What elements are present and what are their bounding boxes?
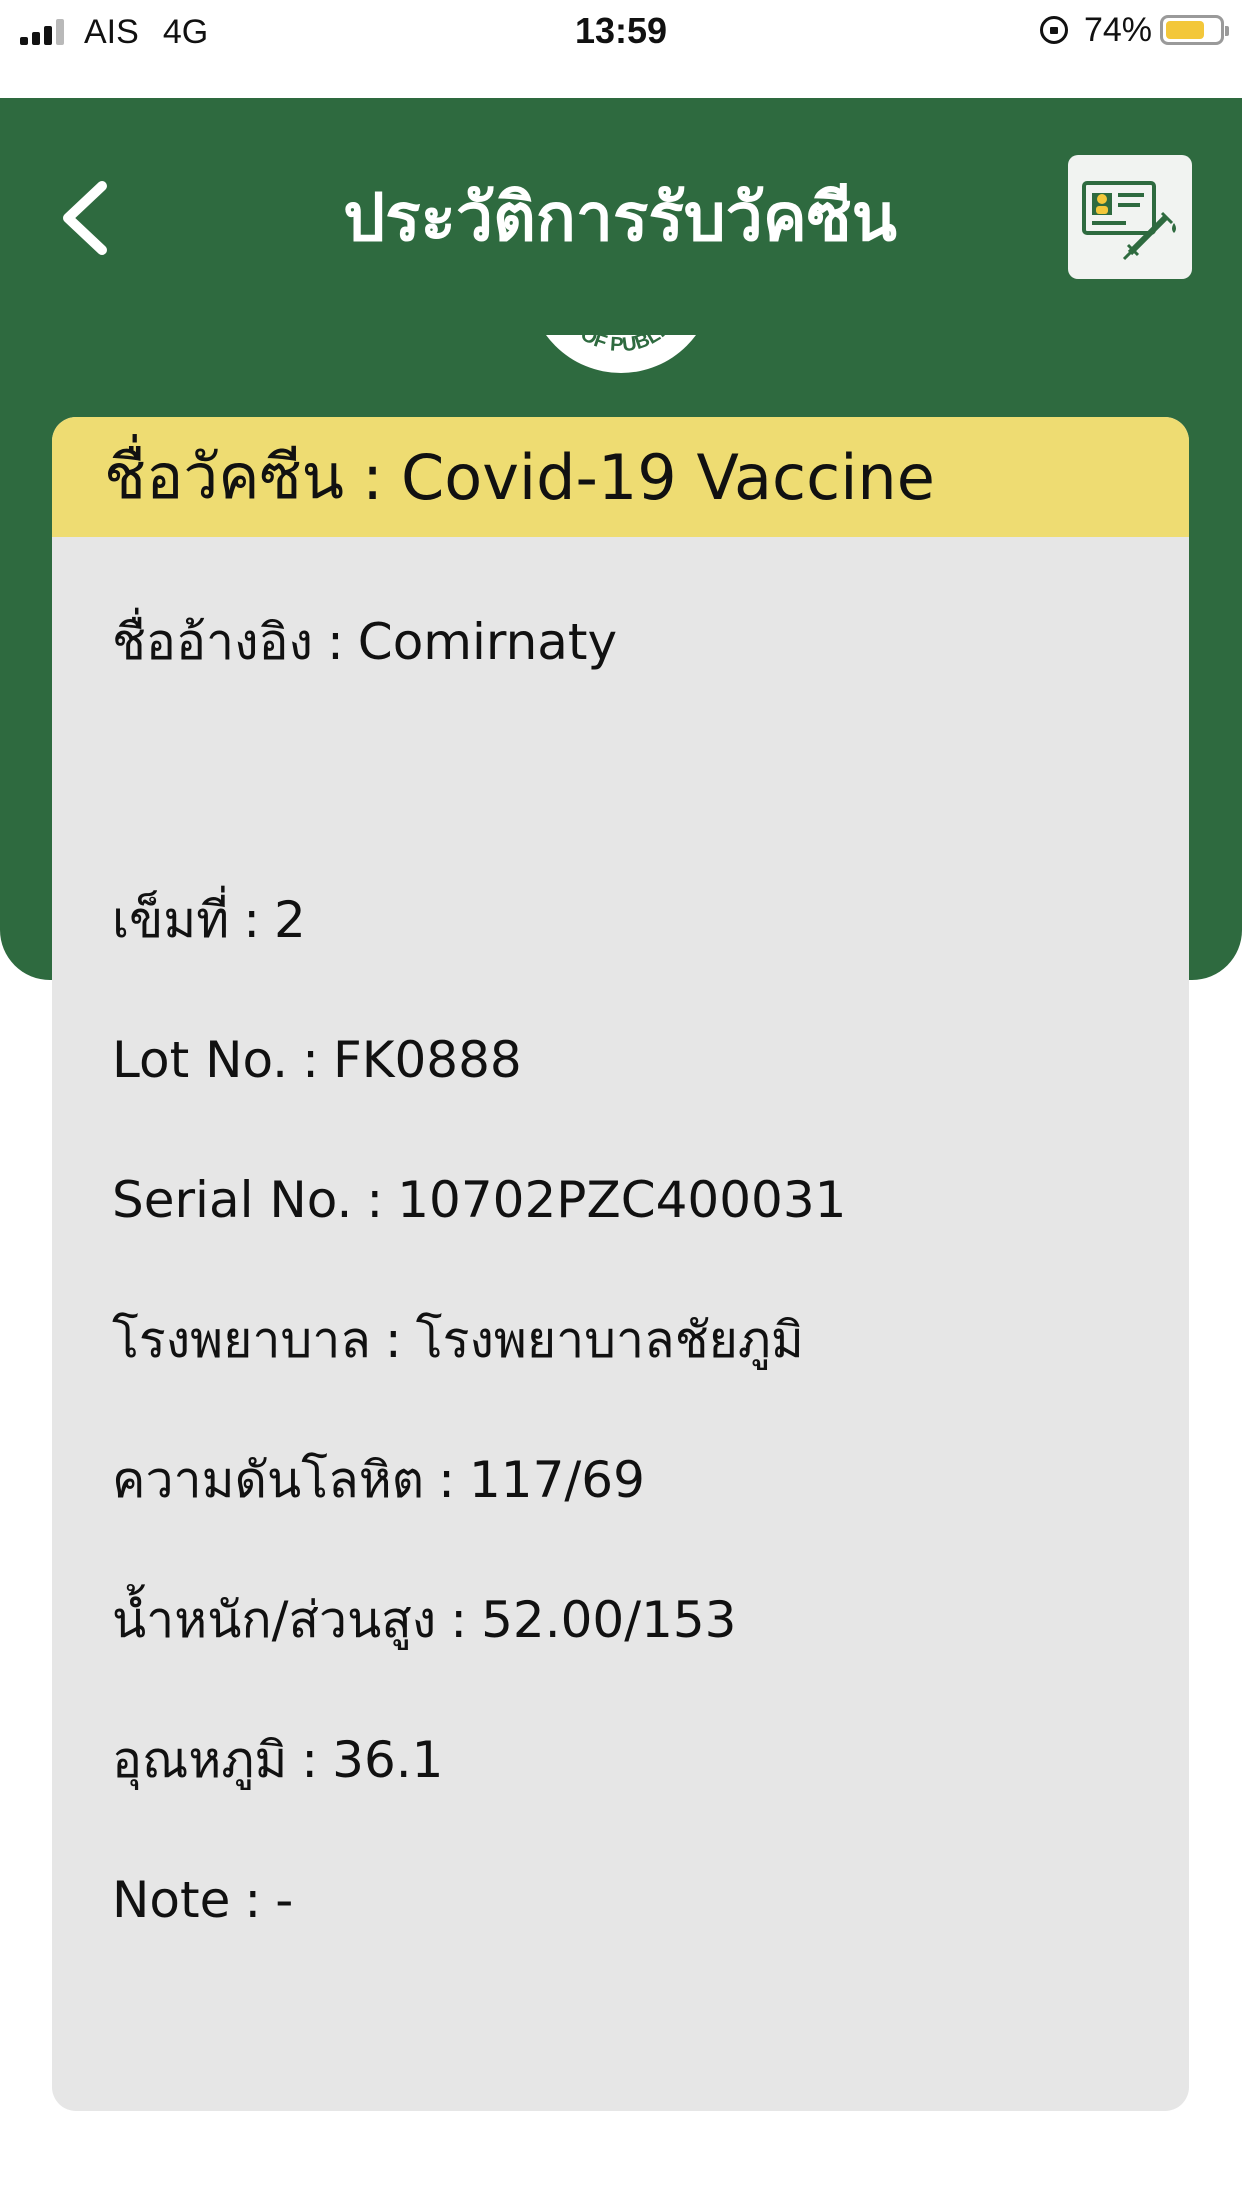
- vaccine-name-separator: :: [362, 440, 383, 514]
- row-value: โรงพยาบาลชัยภูมิ: [415, 1311, 804, 1369]
- row-separator: :: [244, 1871, 262, 1929]
- row-separator: :: [384, 1311, 402, 1369]
- row-label: ชื่ออ้างอิง: [112, 613, 313, 671]
- row-value: 2: [274, 891, 306, 949]
- row-value: -: [275, 1871, 294, 1929]
- row-label: Note: [112, 1871, 231, 1929]
- row-label: Lot No.: [112, 1031, 289, 1089]
- row-separator: :: [450, 1591, 468, 1649]
- hospital-row: โรงพยาบาล: โรงพยาบาลชัยภูมิ: [112, 1305, 804, 1375]
- row-value: 117/69: [469, 1451, 645, 1509]
- status-right: 74%: [1039, 10, 1229, 50]
- vaccine-card-button[interactable]: [1068, 155, 1192, 279]
- row-label: เข็มที่: [112, 891, 230, 949]
- reference-name-row: ชื่ออ้างอิง: Comirnaty: [112, 607, 617, 677]
- lot-number-row: Lot No.: FK0888: [112, 1025, 522, 1095]
- battery-percent: 74%: [1083, 10, 1152, 49]
- serial-number-row: Serial No.:10702PZC400031: [112, 1165, 847, 1235]
- dose-number-row: เข็มที่:2: [112, 885, 306, 955]
- battery-icon: [1160, 15, 1229, 45]
- row-label: โรงพยาบาล: [112, 1311, 371, 1369]
- row-label: น้ำหนัก/ส่วนสูง: [112, 1591, 437, 1649]
- row-separator: :: [302, 1031, 319, 1089]
- svg-text:Y OF PUBLIC: Y OF PUBLIC: [562, 335, 680, 356]
- row-separator: :: [438, 1451, 455, 1509]
- note-row: Note: -: [112, 1865, 293, 1935]
- row-label: ความดันโลหิต: [112, 1451, 425, 1509]
- weight-height-row: น้ำหนัก/ส่วนสูง:52.00/153: [112, 1585, 737, 1655]
- battery-fill: [1166, 21, 1205, 39]
- row-separator: :: [301, 1731, 319, 1789]
- ministry-logo: Y OF PUBLIC: [528, 335, 714, 373]
- vaccine-name-value: Covid-19 Vaccine: [400, 440, 935, 514]
- vaccine-name-label: ชื่อวัคซีน: [104, 440, 345, 513]
- blood-pressure-row: ความดันโลหิต:117/69: [112, 1445, 645, 1515]
- row-label: อุณหภูมิ: [112, 1731, 288, 1789]
- vaccine-name-header: ชื่อวัคซีน : Covid-19 Vaccine: [52, 417, 1189, 537]
- row-value: 10702PZC400031: [397, 1171, 847, 1229]
- vaccine-card-icon: [1082, 181, 1176, 261]
- chevron-left-icon: [63, 181, 107, 255]
- status-bar: AIS 4G 13:59 74%: [0, 0, 1242, 98]
- row-value: Comirnaty: [357, 613, 618, 671]
- row-value: 36.1: [332, 1731, 444, 1789]
- row-value: 52.00/153: [481, 1591, 737, 1649]
- page-title: ประวัติการรับวัคซีน: [343, 179, 897, 256]
- vaccine-info-card: ชื่อวัคซีน : Covid-19 Vaccine ชื่ออ้างอิ…: [52, 417, 1189, 2111]
- row-label: Serial No.: [112, 1171, 353, 1229]
- rotation-lock-icon: [1039, 16, 1068, 44]
- row-separator: :: [366, 1171, 384, 1229]
- ministry-seal-icon: Y OF PUBLIC: [562, 335, 680, 356]
- back-button[interactable]: [50, 168, 130, 268]
- logo-text: Y OF PUBLIC: [562, 335, 680, 356]
- row-value: FK0888: [332, 1031, 522, 1089]
- row-separator: :: [243, 891, 261, 949]
- row-separator: :: [326, 613, 344, 671]
- temperature-row: อุณหภูมิ:36.1: [112, 1725, 443, 1795]
